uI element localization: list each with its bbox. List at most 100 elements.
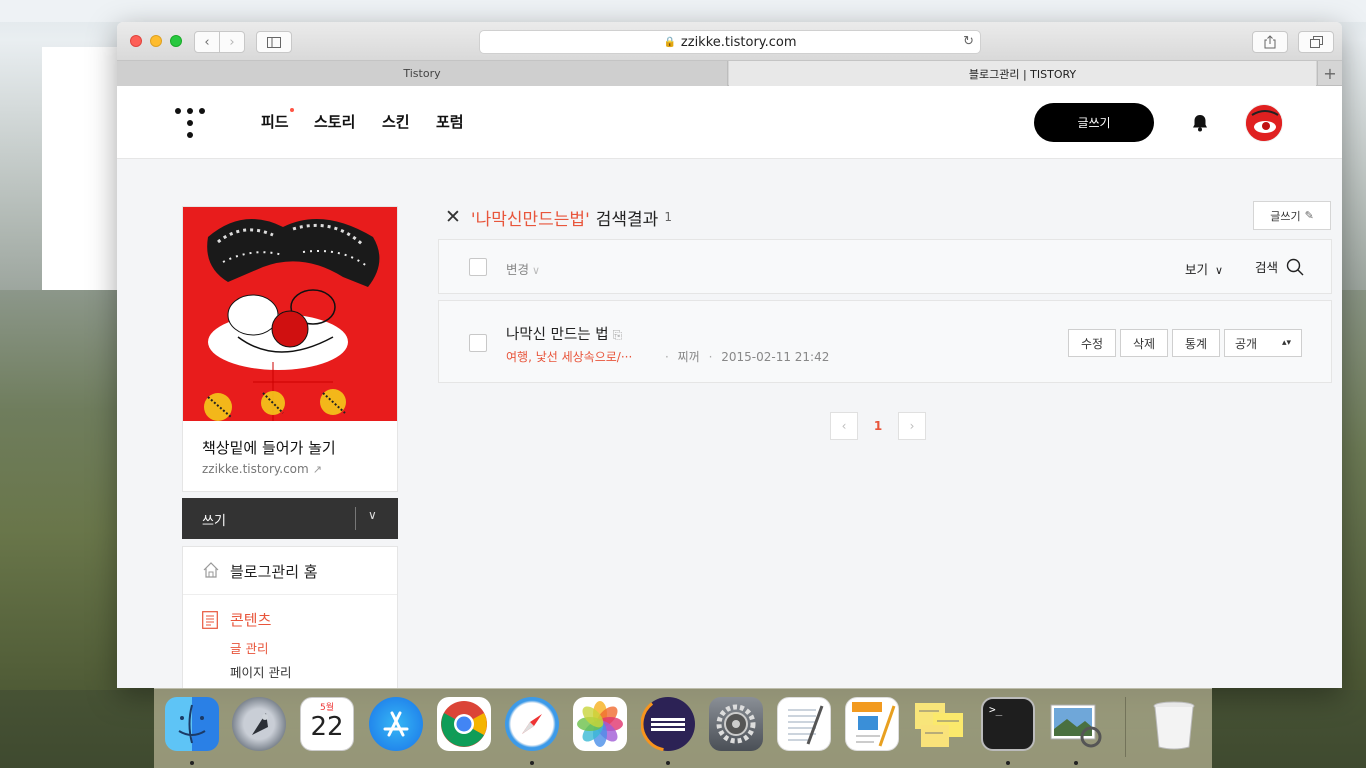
blog-url-text: zzikke.tistory.com (202, 462, 309, 476)
close-window-button[interactable] (130, 35, 142, 47)
menu-home-label: 블로그관리 홈 (230, 563, 318, 581)
chevron-left-icon: ‹ (204, 34, 210, 50)
post-list-toolbar: 변경 ∨ 보기 ∨ 검색 (438, 239, 1332, 294)
show-tabs-button[interactable] (1298, 31, 1334, 53)
reload-icon[interactable]: ↻ (963, 34, 974, 49)
visibility-value: 공개 (1235, 336, 1258, 351)
post-date: 2015-02-11 21:42 (721, 350, 830, 364)
write-bar-divider (355, 507, 356, 530)
chevron-down-icon[interactable]: ∨ (368, 508, 377, 522)
post-title[interactable]: 나막신 만드는 법 ⎘ (506, 323, 622, 344)
eclipse-running-indicator (666, 761, 670, 765)
search-results-count: 1 (664, 210, 672, 224)
back-button[interactable]: ‹ (194, 31, 220, 53)
nav-forum[interactable]: 포럼 (436, 111, 464, 132)
stickies-icon[interactable] (913, 697, 967, 751)
visibility-select[interactable]: 공개 ▴▾ (1224, 329, 1302, 357)
admin-menu: 블로그관리 홈 콘텐츠 글 관리 페이지 관리 (182, 546, 398, 688)
write-post-small-button[interactable]: 글쓰기 ✎ (1253, 201, 1331, 230)
stats-button[interactable]: 통계 (1172, 329, 1220, 357)
system-preferences-icon[interactable] (709, 697, 763, 751)
preview-running-indicator (1074, 761, 1078, 765)
terminal-icon[interactable]: >_ (981, 697, 1035, 751)
search-icon (1286, 258, 1304, 275)
user-avatar[interactable] (1245, 104, 1283, 142)
chevron-down-icon: ∨ (532, 264, 541, 277)
next-page-button[interactable]: › (898, 412, 926, 440)
post-category[interactable]: 여행, 낯선 세상속으로/··· (506, 348, 632, 365)
post-author: 찌꺼 (677, 350, 700, 364)
chrome-icon[interactable] (437, 697, 491, 751)
title-bar: ‹ › 🔒 zzikke.tistory.com ↻ (117, 22, 1342, 61)
close-search-icon[interactable]: ✕ (445, 206, 461, 228)
forward-button[interactable]: › (219, 31, 245, 53)
post-checkbox[interactable] (469, 334, 487, 352)
lock-icon: 🔒 (663, 36, 676, 48)
pages-icon[interactable] (845, 697, 899, 751)
tab-blog-admin[interactable]: 블로그관리 | TISTORY (729, 61, 1316, 86)
desktop-wallpaper-right (1338, 290, 1366, 690)
blog-profile-card: 책상밑에 들어가 놀기 zzikke.tistory.com ↗ (182, 206, 398, 492)
prev-page-button[interactable]: ‹ (830, 412, 858, 440)
blog-url[interactable]: zzikke.tistory.com ↗ (202, 462, 322, 476)
url-text: zzikke.tistory.com (680, 34, 797, 50)
eclipse-icon[interactable] (640, 696, 696, 752)
new-tab-button[interactable]: + (1317, 61, 1342, 86)
finder-icon[interactable] (165, 697, 219, 751)
launchpad-icon[interactable] (232, 697, 286, 751)
tab-tistory[interactable]: Tistory (117, 61, 728, 86)
view-label: 보기 (1185, 262, 1209, 277)
tistory-logo[interactable] (175, 108, 205, 138)
edit-button[interactable]: 수정 (1068, 329, 1116, 357)
chevron-right-icon: › (229, 34, 235, 50)
write-menu-bar[interactable]: 쓰기 ∨ (182, 498, 398, 539)
desktop-top-strip (0, 0, 1366, 22)
write-small-label: 글쓰기 (1270, 209, 1301, 223)
change-label: 변경 (506, 262, 530, 277)
search-toggle[interactable]: 검색 (1255, 257, 1304, 276)
tab-bar: Tistory 블로그관리 | TISTORY + (117, 61, 1342, 86)
notification-dot (289, 108, 294, 112)
bell-icon[interactable] (1189, 112, 1211, 134)
safari-icon[interactable] (505, 697, 559, 751)
menu-manage-posts[interactable]: 글 관리 (230, 638, 268, 657)
nav-skin[interactable]: 스킨 (382, 111, 410, 132)
plus-icon: + (1323, 64, 1337, 83)
page-content: 피드 스토리 스킨 포럼 글쓰기 책상밑에 들어가 놀기 zzikke.tist… (117, 86, 1342, 688)
clown-drawing (183, 207, 397, 421)
change-dropdown[interactable]: 변경 ∨ (506, 259, 540, 278)
avatar-image (1246, 105, 1282, 141)
preview-icon[interactable] (1049, 697, 1103, 751)
view-dropdown[interactable]: 보기 ∨ (1185, 259, 1223, 278)
app-store-icon[interactable] (369, 697, 423, 751)
photos-icon[interactable] (573, 697, 627, 751)
tabs-icon (1309, 36, 1323, 48)
write-post-button[interactable]: 글쓰기 (1034, 103, 1154, 142)
blog-profile-image[interactable] (183, 207, 397, 421)
nav-feed[interactable]: 피드 (261, 108, 294, 132)
blog-name[interactable]: 책상밑에 들어가 놀기 (202, 437, 336, 458)
delete-button[interactable]: 삭제 (1120, 329, 1168, 357)
page-number-current[interactable]: 1 (858, 419, 898, 433)
calendar-icon[interactable]: 5월 22 (300, 697, 354, 751)
maximize-window-button[interactable] (170, 35, 182, 47)
share-button[interactable] (1252, 31, 1288, 53)
menu-manage-pages[interactable]: 페이지 관리 (230, 662, 291, 681)
post-meta: · 찌꺼 · 2015-02-11 21:42 (660, 348, 829, 365)
minimize-window-button[interactable] (150, 35, 162, 47)
write-bar-label: 쓰기 (202, 514, 226, 529)
finder-running-indicator (190, 761, 194, 765)
chevron-down-icon: ∨ (1215, 264, 1224, 277)
menu-blog-admin-home[interactable]: 블로그관리 홈 (183, 547, 397, 595)
textedit-icon[interactable] (777, 697, 831, 751)
trash-icon[interactable] (1147, 697, 1201, 751)
meta-separator: · (665, 350, 669, 364)
select-all-checkbox[interactable] (469, 258, 487, 276)
select-arrows-icon: ▴▾ (1281, 338, 1291, 348)
home-icon (203, 562, 219, 578)
nav-story[interactable]: 스토리 (314, 111, 355, 132)
sidebar-toggle-button[interactable] (256, 31, 292, 53)
share-icon (1264, 35, 1276, 49)
search-results-label: 검색결과 (595, 209, 659, 230)
address-bar[interactable]: 🔒 zzikke.tistory.com ↻ (479, 30, 981, 54)
